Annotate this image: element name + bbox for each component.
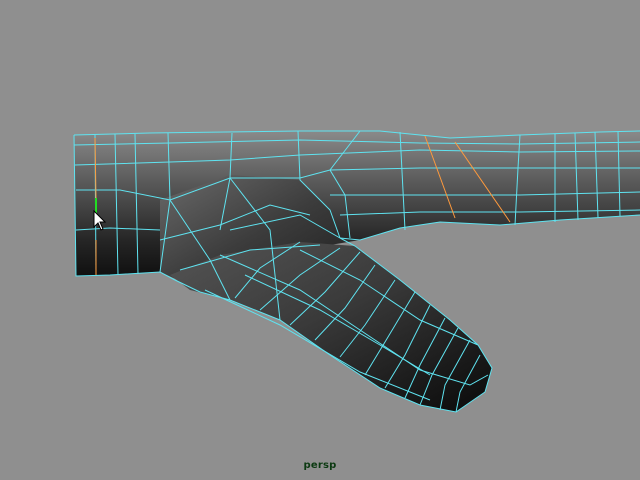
camera-name-label: persp (303, 460, 337, 471)
finger-surface[interactable] (170, 242, 492, 412)
mouse-cursor-icon (93, 210, 107, 231)
scene-canvas[interactable] (0, 0, 640, 480)
perspective-viewport[interactable]: persp (0, 0, 640, 480)
